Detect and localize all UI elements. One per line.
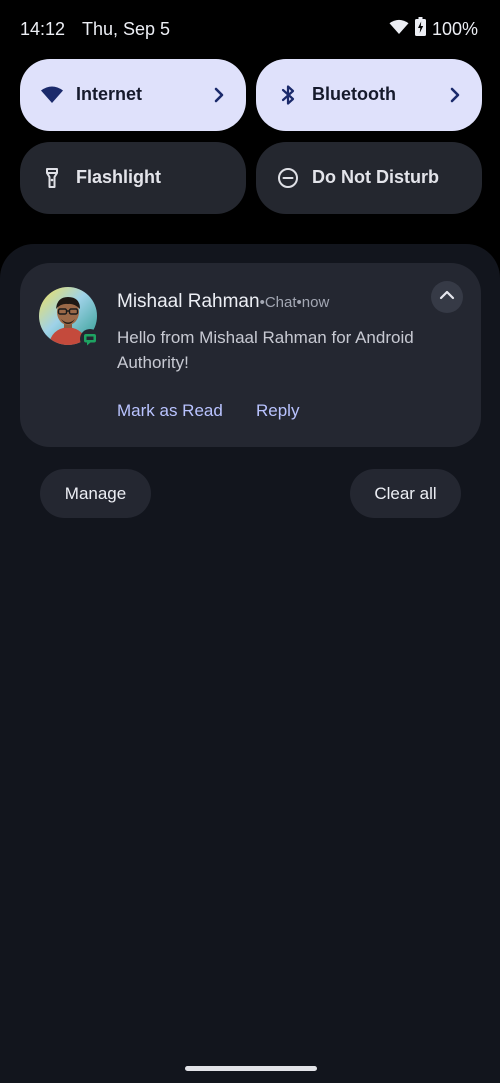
- flashlight-icon: [40, 166, 64, 190]
- clear-all-button[interactable]: Clear all: [350, 469, 461, 518]
- battery-icon: [414, 17, 426, 41]
- notification-shade-screen: 14:12 Thu, Sep 5 100% Internet Bluetooth…: [0, 0, 500, 1083]
- chevron-right-icon: [212, 84, 226, 106]
- manage-button[interactable]: Manage: [40, 469, 151, 518]
- status-time: 14:12: [20, 19, 66, 39]
- flashlight-tile[interactable]: Flashlight: [20, 142, 246, 214]
- bluetooth-tile-label: Bluetooth: [312, 84, 396, 104]
- chevron-up-icon: [439, 288, 455, 306]
- battery-percent: 100%: [431, 18, 478, 39]
- internet-tile-label: Internet: [76, 84, 143, 104]
- mark-as-read-button[interactable]: Mark as Read: [117, 401, 223, 421]
- chevron-right-icon: [448, 84, 462, 106]
- notification-sender: Mishaal Rahman: [117, 291, 260, 312]
- status-bar: 14:12 Thu, Sep 5 100%: [0, 0, 500, 58]
- notification-header: Mishaal Rahman • Chat • now: [117, 291, 329, 313]
- internet-tile[interactable]: Internet: [20, 59, 246, 131]
- reply-button[interactable]: Reply: [256, 401, 299, 421]
- wifi-icon: [40, 83, 64, 107]
- expand-collapse-button[interactable]: [431, 281, 463, 313]
- notification-message: Hello from Mishaal Rahman for Android Au…: [117, 328, 414, 372]
- home-gesture-bar[interactable]: [185, 1066, 317, 1071]
- do-not-disturb-tile[interactable]: Do Not Disturb: [256, 142, 482, 214]
- wifi-icon: [389, 19, 409, 40]
- do-not-disturb-tile-label: Do Not Disturb: [312, 167, 439, 187]
- flashlight-tile-label: Flashlight: [76, 167, 161, 187]
- chat-app-icon: [80, 329, 100, 349]
- bluetooth-tile[interactable]: Bluetooth: [256, 59, 482, 131]
- bluetooth-icon: [276, 83, 300, 107]
- status-date: Thu, Sep 5: [82, 19, 171, 39]
- notification-app-name: Chat: [264, 294, 297, 311]
- notification-time: now: [301, 294, 330, 311]
- do-not-disturb-icon: [276, 166, 300, 190]
- status-icons: 100%: [389, 17, 478, 41]
- chat-notification[interactable]: Mishaal Rahman • Chat • now Hello from M…: [20, 263, 481, 447]
